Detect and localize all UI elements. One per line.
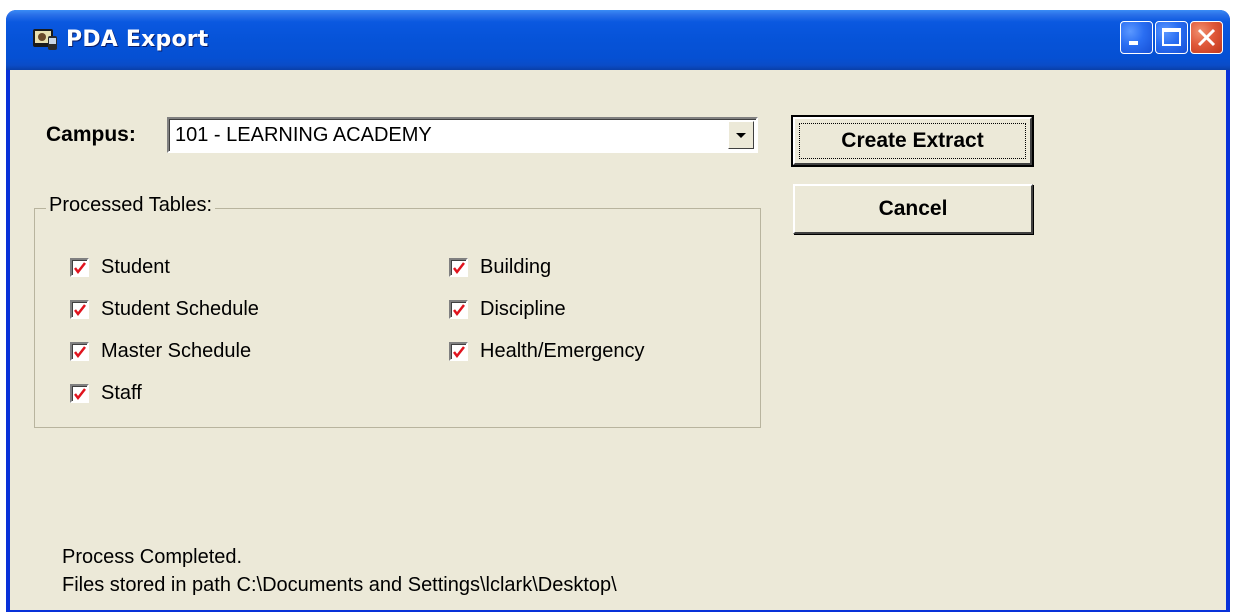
checkbox-box[interactable] <box>449 341 468 361</box>
checkbox-label: Student <box>101 255 170 278</box>
processed-tables-group: Processed Tables: Student Student Schedu… <box>34 194 761 428</box>
app-icon <box>32 26 58 52</box>
cancel-label: Cancel <box>878 197 948 220</box>
processed-tables-legend: Processed Tables: <box>46 194 216 217</box>
check-icon <box>74 345 86 358</box>
checkbox-box[interactable] <box>449 299 468 319</box>
window-title: PDA Export <box>66 27 209 52</box>
close-button[interactable] <box>1190 21 1223 54</box>
campus-selected-value: 101 - LEARNING ACADEMY <box>175 124 432 146</box>
maximize-icon <box>1162 28 1181 46</box>
dropdown-button[interactable] <box>728 121 754 149</box>
checkbox-student-schedule[interactable]: Student Schedule <box>70 297 259 321</box>
checkbox-student[interactable]: Student <box>70 255 170 279</box>
pda-export-window: PDA Export Campus: 101 - LEARNING ACADEM… <box>6 10 1230 612</box>
checkbox-label: Health/Emergency <box>480 339 645 362</box>
check-icon <box>453 345 465 358</box>
checkbox-master-schedule[interactable]: Master Schedule <box>70 339 251 363</box>
create-extract-button[interactable]: Create Extract <box>791 115 1034 167</box>
checkbox-box[interactable] <box>70 257 89 277</box>
maximize-button[interactable] <box>1155 21 1188 54</box>
status-line-path: Files stored in path C:\Documents and Se… <box>62 574 617 596</box>
minimize-icon <box>1129 41 1138 45</box>
check-icon <box>74 387 86 400</box>
checkbox-label: Student Schedule <box>101 297 259 320</box>
check-icon <box>74 303 86 316</box>
cancel-button[interactable]: Cancel <box>793 184 1033 234</box>
checkbox-label: Building <box>480 255 552 278</box>
campus-dropdown[interactable]: 101 - LEARNING ACADEMY <box>167 117 758 153</box>
close-icon <box>1197 28 1216 47</box>
campus-label: Campus: <box>46 123 136 146</box>
checkbox-staff[interactable]: Staff <box>70 381 142 405</box>
chevron-down-icon <box>736 133 746 138</box>
checkbox-discipline[interactable]: Discipline <box>449 297 566 321</box>
checkbox-box[interactable] <box>70 383 89 403</box>
checkbox-box[interactable] <box>449 257 468 277</box>
dialog-body: Campus: 101 - LEARNING ACADEMY Create Ex… <box>10 70 1226 610</box>
check-icon <box>453 261 465 274</box>
checkbox-box[interactable] <box>70 341 89 361</box>
checkbox-label: Staff <box>101 381 142 404</box>
create-extract-label: Create Extract <box>841 129 984 152</box>
minimize-button[interactable] <box>1120 21 1153 54</box>
status-line-completed: Process Completed. <box>62 546 243 568</box>
check-icon <box>74 261 86 274</box>
checkbox-box[interactable] <box>70 299 89 319</box>
check-icon <box>453 303 465 316</box>
checkbox-building[interactable]: Building <box>449 255 551 279</box>
checkbox-health-emergency[interactable]: Health/Emergency <box>449 339 645 363</box>
checkbox-label: Discipline <box>480 297 566 320</box>
checkbox-label: Master Schedule <box>101 339 252 362</box>
title-bar[interactable]: PDA Export <box>6 10 1230 70</box>
